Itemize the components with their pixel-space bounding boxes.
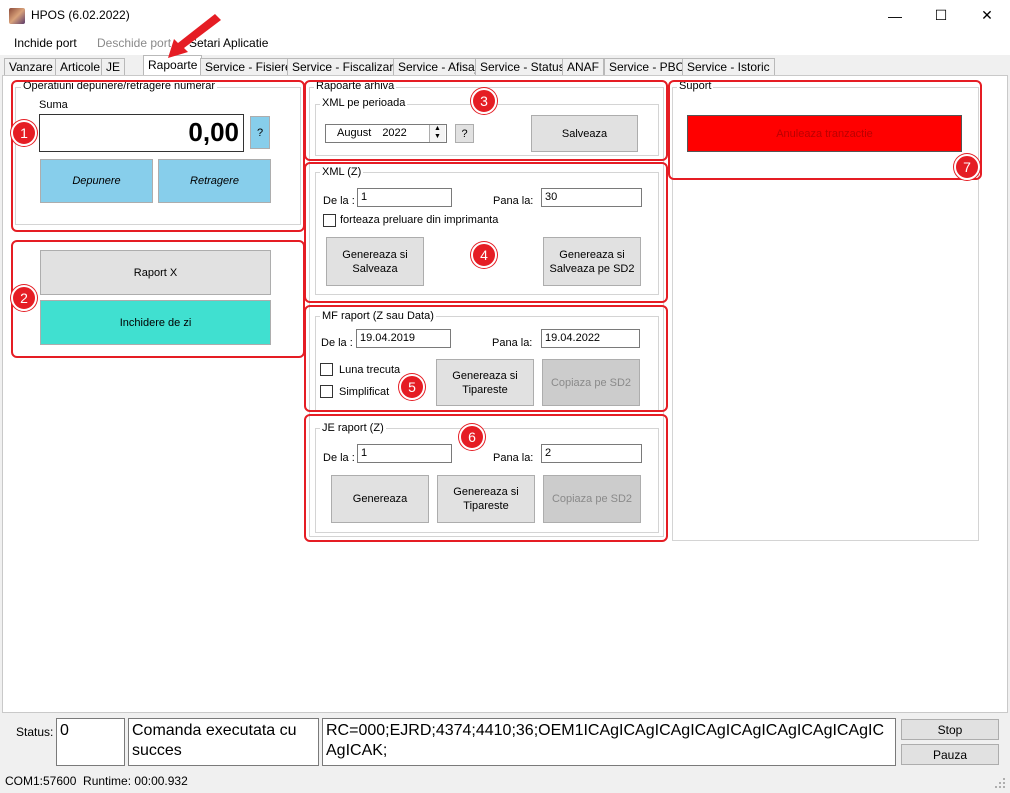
minimize-button[interactable]: — [872,0,918,31]
stop-button[interactable]: Stop [901,719,999,740]
tab-articole[interactable]: Articole [55,58,106,75]
badge-4: 4 [471,242,497,268]
badge-1: 1 [11,120,37,146]
highlight-box-4 [304,162,668,303]
highlight-box-6 [304,414,668,542]
status-response-field: RC=000;EJRD;4374;4410;36;OEM1ICAgICAgICA… [322,718,896,766]
status-message-field: Comanda executata cu succes [128,718,319,766]
connection-runtime-text: COM1:57600 Runtime: 00:00.932 [5,774,188,788]
pause-button[interactable]: Pauza [901,744,999,765]
badge-6: 6 [459,424,485,450]
tab-service-afisaj[interactable]: Service - Afisaj [393,58,483,75]
badge-3: 3 [471,88,497,114]
app-icon [9,8,25,24]
highlight-box-5 [304,305,668,412]
badge-5: 5 [399,374,425,400]
tab-service-fisiere[interactable]: Service - Fisiere [200,58,297,75]
tab-service-status[interactable]: Service - Status [475,58,570,75]
status-code-field: 0 [56,718,125,766]
resize-grip-icon[interactable] [994,777,1006,789]
badge-7: 7 [954,154,980,180]
tab-service-fiscalizare[interactable]: Service - Fiscalizare [287,58,406,75]
menu-inchide-port[interactable]: Inchide port [14,36,77,50]
maximize-button[interactable]: ☐ [918,0,964,31]
pointer-arrow-icon [168,14,221,58]
highlight-box-7 [668,80,982,180]
tab-vanzare[interactable]: Vanzare [4,58,58,75]
status-label: Status: [16,725,54,739]
tab-service-istoric[interactable]: Service - Istoric [682,58,775,75]
badge-2: 2 [11,285,37,311]
tab-anaf[interactable]: ANAF [562,58,605,75]
tab-service-pbc[interactable]: Service - PBC [604,58,690,75]
window-title: HPOS (6.02.2022) [31,8,130,22]
close-button[interactable]: ✕ [964,0,1010,31]
tab-je[interactable]: JE [101,58,126,75]
title-bar [0,0,1010,31]
highlight-box-2 [11,240,305,358]
highlight-box-1 [11,80,305,232]
